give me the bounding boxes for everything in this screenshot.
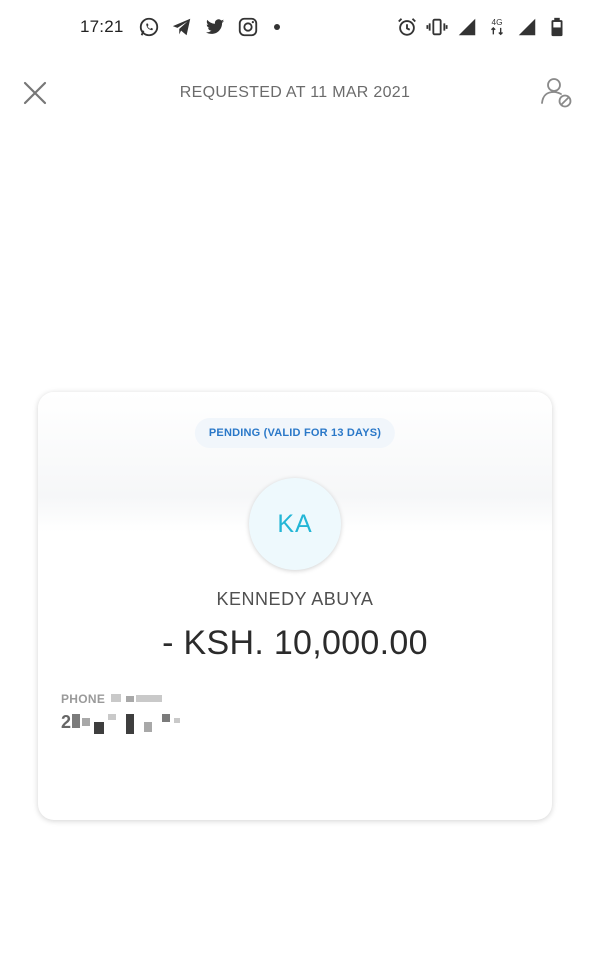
redaction-mosaic: [111, 694, 121, 702]
status-time: 17:21: [80, 17, 124, 36]
phone-label: PHONE: [61, 692, 106, 706]
redaction-mosaic: [108, 714, 116, 720]
alarm-icon: [396, 16, 418, 38]
instagram-icon: [237, 16, 259, 38]
svg-text:4G: 4G: [491, 18, 502, 27]
redaction-mosaic: [126, 696, 134, 702]
block-user-icon: [541, 78, 572, 108]
avatar: KA: [249, 478, 341, 570]
battery-icon: [546, 16, 568, 38]
vibrate-icon: [426, 16, 448, 38]
signal-icon: [516, 16, 538, 38]
redaction-mosaic: [126, 714, 134, 734]
redaction-mosaic: [162, 714, 170, 722]
whatsapp-icon: [138, 16, 160, 38]
network-4g-icon: 4G: [486, 16, 508, 38]
block-user-button[interactable]: [536, 72, 576, 112]
status-bar: 17:21 4G: [0, 0, 590, 56]
request-card: PENDING (VALID FOR 13 DAYS) KA KENNEDY A…: [38, 392, 552, 820]
page-title: REQUESTED AT 11 MAR 2021: [179, 84, 411, 101]
signal-icon: [456, 16, 478, 38]
redaction-mosaic: [82, 718, 90, 726]
twitter-icon: [204, 16, 226, 38]
redaction-mosaic: [94, 722, 104, 734]
redaction-mosaic: [72, 714, 80, 728]
avatar-initials: KA: [277, 509, 313, 538]
phone-value: 2: [61, 712, 72, 732]
notification-dot-icon: [274, 24, 280, 30]
status-badge: PENDING (VALID FOR 13 DAYS): [194, 418, 396, 448]
system-icons: 4G: [396, 14, 568, 40]
recipient-name: KENNEDY ABUYA: [216, 589, 374, 609]
telegram-icon: [171, 16, 193, 38]
amount: - KSH. 10,000.00: [162, 624, 428, 662]
redaction-mosaic: [174, 718, 180, 723]
redaction-mosaic: [144, 722, 152, 732]
redaction-mosaic: [136, 695, 162, 702]
notification-icons: [138, 14, 280, 40]
